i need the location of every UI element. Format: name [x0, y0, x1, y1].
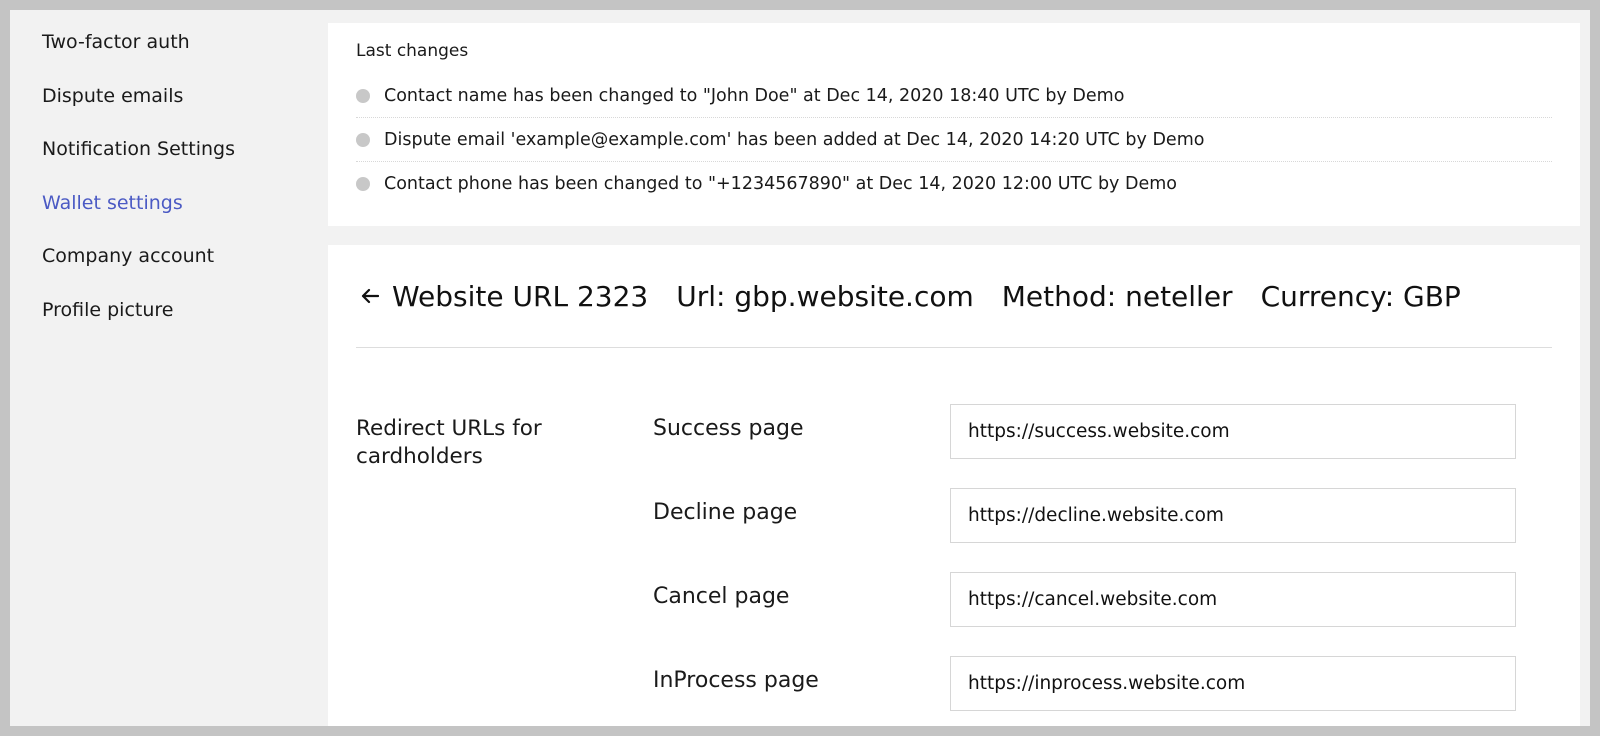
arrow-left-icon[interactable]	[356, 282, 384, 310]
last-changes-list: Contact name has been changed to "John D…	[356, 74, 1552, 206]
decline-page-label: Decline page	[653, 500, 798, 525]
redirect-urls-section: Redirect URLs for cardholders Success pa…	[356, 348, 1552, 726]
bullet-dot-icon	[356, 177, 370, 191]
settings-sidebar: Two-factor auth Dispute emails Notificat…	[42, 10, 322, 331]
redirect-row-success: Success page	[356, 404, 1552, 488]
wallet-header: Website URL 2323 Url: gbp.website.com Me…	[356, 245, 1552, 348]
sidebar-item-two-factor-auth[interactable]: Two-factor auth	[42, 10, 322, 64]
change-text: Contact phone has been changed to "+1234…	[384, 174, 1177, 194]
decline-page-input[interactable]	[950, 488, 1516, 543]
bullet-dot-icon	[356, 88, 370, 103]
wallet-method: Method: neteller	[1001, 279, 1233, 313]
wallet-name: Website URL 2323	[392, 279, 649, 313]
success-page-label: Success page	[653, 416, 804, 441]
last-changes-title: Last changes	[356, 41, 469, 61]
redirect-row-inprocess: InProcess page	[356, 656, 1552, 726]
redirect-row-cancel: Cancel page	[356, 572, 1552, 656]
sidebar-item-notification-settings[interactable]: Notification Settings	[42, 117, 322, 171]
sidebar-item-profile-picture[interactable]: Profile picture	[42, 278, 322, 332]
redirect-row-decline: Decline page	[356, 488, 1552, 572]
success-page-input[interactable]	[950, 404, 1516, 459]
sidebar-item-dispute-emails[interactable]: Dispute emails	[42, 64, 322, 118]
list-item: Dispute email 'example@example.com' has …	[356, 118, 1552, 162]
inprocess-page-input[interactable]	[950, 656, 1516, 711]
change-text: Dispute email 'example@example.com' has …	[384, 129, 1205, 150]
cancel-page-label: Cancel page	[653, 584, 790, 609]
sidebar-item-wallet-settings[interactable]: Wallet settings	[42, 171, 322, 225]
app-frame: Two-factor auth Dispute emails Notificat…	[10, 10, 1590, 726]
wallet-currency: Currency: GBP	[1260, 279, 1461, 313]
bullet-dot-icon	[356, 132, 370, 147]
change-text: Contact name has been changed to "John D…	[384, 85, 1125, 106]
last-changes-card: Last changes Contact name has been chang…	[328, 23, 1580, 226]
wallet-settings-card: Website URL 2323 Url: gbp.website.com Me…	[328, 245, 1580, 726]
sidebar-item-company-account[interactable]: Company account	[42, 224, 322, 278]
list-item: Contact phone has been changed to "+1234…	[356, 162, 1552, 206]
wallet-url: Url: gbp.website.com	[676, 279, 974, 313]
inprocess-page-label: InProcess page	[653, 668, 819, 693]
list-item: Contact name has been changed to "John D…	[356, 74, 1552, 118]
cancel-page-input[interactable]	[950, 572, 1516, 627]
